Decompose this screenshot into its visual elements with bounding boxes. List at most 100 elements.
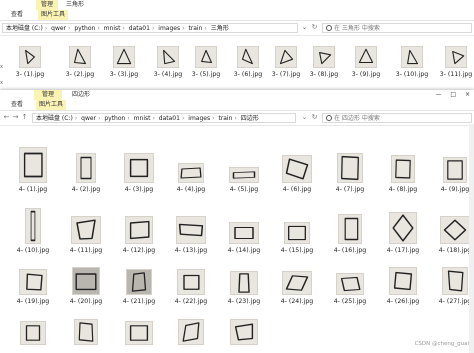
file-item[interactable]: 4- (27).jpg: [432, 252, 474, 306]
file-item[interactable]: [116, 308, 162, 353]
crumb-train[interactable]: train: [188, 25, 202, 32]
file-name: 3- (7).jpg: [271, 71, 301, 78]
file-item[interactable]: 4- (2).jpg: [63, 140, 109, 194]
file-name: 4- (26).jpg: [386, 298, 420, 305]
file-item[interactable]: 4- (3).jpg: [116, 140, 162, 194]
file-item[interactable]: 4- (22).jpg: [168, 252, 214, 306]
crumb-python[interactable]: python: [74, 25, 95, 32]
image-thumbnail: [178, 163, 204, 183]
crumb-images[interactable]: images: [158, 25, 180, 32]
file-item[interactable]: [10, 308, 56, 353]
file-item[interactable]: 4- (7).jpg: [327, 140, 373, 194]
file-item[interactable]: 3- (7).jpg: [266, 40, 306, 88]
file-item[interactable]: [221, 308, 267, 353]
image-thumbnail: [442, 267, 468, 295]
file-item[interactable]: 3- (6).jpg: [228, 40, 268, 88]
file-item[interactable]: 3- (8).jpg: [304, 40, 344, 88]
watermark: CSDN @cheng_guai: [414, 341, 469, 347]
file-item[interactable]: [63, 308, 109, 353]
file-item[interactable]: 4- (26).jpg: [380, 252, 426, 306]
address-bar[interactable]: 本地磁盘 (C:) › qwer › python › mnist › data01 › …: [2, 23, 298, 33]
image-thumbnail: [176, 216, 206, 244]
file-name: 4- (9).jpg: [440, 186, 470, 193]
image-thumbnail: [76, 153, 96, 183]
image-thumbnail: [19, 46, 41, 68]
image-thumbnail: [336, 273, 364, 295]
image-thumbnail: [178, 319, 204, 345]
image-thumbnail: [229, 167, 259, 183]
file-item[interactable]: 3- (3).jpg: [104, 40, 144, 88]
crumb-mnist[interactable]: mnist: [104, 25, 121, 32]
tab-view[interactable]: 查看: [8, 10, 26, 20]
file-name: 4- (22).jpg: [174, 298, 208, 305]
file-item[interactable]: 4- (19).jpg: [10, 252, 56, 306]
file-item[interactable]: 4- (4).jpg: [168, 140, 214, 194]
file-name: 3- (5).jpg: [191, 71, 221, 78]
file-item[interactable]: 3- (10).jpg: [392, 40, 432, 88]
file-item[interactable]: 4- (6).jpg: [274, 140, 320, 194]
vertical-scrollbar[interactable]: [469, 124, 474, 353]
file-item[interactable]: 4- (14).jpg: [221, 201, 267, 255]
crumb-data01[interactable]: data01: [129, 25, 150, 32]
file-item[interactable]: 3- (2).jpg: [60, 40, 100, 88]
file-item[interactable]: [168, 308, 214, 353]
file-item[interactable]: 4- (11).jpg: [63, 201, 109, 255]
image-thumbnail: [19, 147, 47, 183]
file-name: 3- (8).jpg: [309, 71, 339, 78]
image-thumbnail: [284, 222, 310, 244]
image-thumbnail: [125, 321, 153, 345]
image-thumbnail: [69, 46, 91, 68]
file-item[interactable]: 4- (5).jpg: [221, 140, 267, 194]
file-item[interactable]: 4- (15).jpg: [274, 201, 320, 255]
image-thumbnail: [19, 269, 47, 295]
image-thumbnail: [337, 153, 363, 183]
file-name: 4- (5).jpg: [229, 186, 259, 193]
file-item[interactable]: 4- (13).jpg: [168, 201, 214, 255]
file-name: 4- (3).jpg: [124, 186, 154, 193]
file-item[interactable]: 4- (25).jpg: [327, 252, 373, 306]
image-thumbnail: [355, 46, 377, 68]
quadrilateral-file-grid: 4- (1).jpg 4- (2).jpg 4- (3).jpg 4- (4).jpg…: [0, 90, 471, 353]
image-thumbnail: [282, 155, 312, 183]
dropdown-icon[interactable]: ⌄: [300, 23, 309, 32]
file-item[interactable]: 3- (4).jpg: [148, 40, 188, 88]
file-name: 4- (20).jpg: [69, 298, 103, 305]
file-name: 3- (11).jpg: [439, 71, 473, 78]
window-title: 三角形: [66, 1, 85, 8]
image-thumbnail: [71, 216, 101, 244]
file-item[interactable]: 4- (17).jpg: [380, 201, 426, 255]
file-item[interactable]: 4- (23).jpg: [221, 252, 267, 306]
file-item[interactable]: 3- (1).jpg: [10, 40, 50, 88]
file-name: 3- (1).jpg: [15, 71, 45, 78]
file-name: 4- (24).jpg: [280, 298, 314, 305]
file-item[interactable]: 4- (20).jpg: [63, 252, 109, 306]
manage-tab[interactable]: 管理: [36, 0, 58, 10]
file-item[interactable]: 4- (12).jpg: [116, 201, 162, 255]
crumb-drive[interactable]: 本地磁盘 (C:): [6, 25, 43, 32]
image-thumbnail: [177, 269, 205, 295]
tab-picture-tools[interactable]: 图片工具: [38, 10, 69, 20]
search-input[interactable]: 在 三角形 中搜索: [322, 23, 472, 33]
file-item[interactable]: 4- (18).jpg: [432, 201, 474, 255]
file-name: 4- (6).jpg: [282, 186, 312, 193]
image-thumbnail: [125, 216, 153, 244]
file-item[interactable]: 4- (10).jpg: [10, 201, 56, 255]
file-item[interactable]: 4- (9).jpg: [432, 140, 474, 194]
file-name: 3- (10).jpg: [395, 71, 429, 78]
ribbon-tabs: 查看 图片工具: [0, 10, 474, 21]
image-thumbnail: [391, 155, 415, 183]
file-item[interactable]: 4- (8).jpg: [380, 140, 426, 194]
image-thumbnail: [195, 46, 217, 68]
file-item[interactable]: 4- (16).jpg: [327, 201, 373, 255]
file-item[interactable]: 4- (24).jpg: [274, 252, 320, 306]
crumb-qwer[interactable]: qwer: [51, 25, 66, 32]
crumb-triangle[interactable]: 三角形: [211, 25, 229, 32]
refresh-icon[interactable]: ↻: [310, 23, 319, 32]
file-name: 4- (8).jpg: [388, 186, 418, 193]
file-name: 3- (9).jpg: [351, 71, 381, 78]
file-item[interactable]: 3- (9).jpg: [346, 40, 386, 88]
file-item[interactable]: 3- (5).jpg: [186, 40, 226, 88]
file-item[interactable]: 3- (11).jpg: [436, 40, 474, 88]
file-item[interactable]: 4- (1).jpg: [10, 140, 56, 194]
file-item[interactable]: 4- (21).jpg: [116, 252, 162, 306]
